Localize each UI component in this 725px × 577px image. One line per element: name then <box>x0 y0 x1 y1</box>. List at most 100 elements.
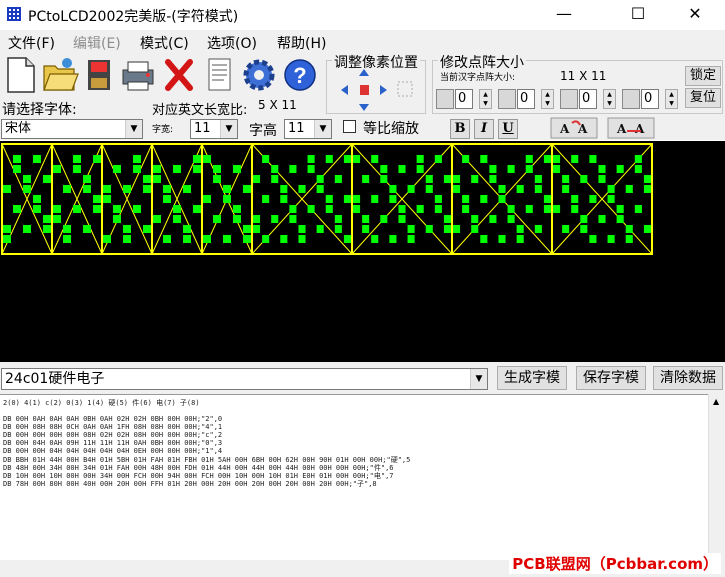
print-icon[interactable] <box>119 54 157 96</box>
clear-button[interactable]: 清除数据 <box>653 366 723 390</box>
lcd-pixel <box>371 155 379 163</box>
generate-button[interactable]: 生成字模 <box>497 366 567 390</box>
lcd-pixel <box>562 175 570 183</box>
open-folder-icon[interactable] <box>41 54 79 96</box>
lcd-pixel <box>23 185 31 193</box>
chevron-down-icon[interactable]: ▼ <box>220 120 237 138</box>
save-font-button[interactable]: 保存字模 <box>576 366 646 390</box>
chevron-down-icon[interactable]: ▼ <box>470 369 487 389</box>
lcd-pixel <box>507 165 515 173</box>
lcd-pixel <box>33 195 41 203</box>
menu-help[interactable]: 帮助(H) <box>277 33 326 53</box>
lcd-pixel <box>534 175 542 183</box>
height-select-value: 11 <box>288 121 305 136</box>
lcd-pixel <box>580 225 588 233</box>
lcd-pixel <box>589 195 597 203</box>
bold-button[interactable]: B <box>450 119 470 139</box>
spin-up-value[interactable]: 0 <box>517 89 535 109</box>
help-icon[interactable]: ? <box>281 54 319 96</box>
lcd-pixel <box>33 205 41 213</box>
lcd-pixel <box>434 205 442 213</box>
lcd-pixel <box>33 155 41 163</box>
width-select[interactable]: 11 ▼ <box>190 119 238 139</box>
lcd-pixel <box>289 215 297 223</box>
spin-right-value[interactable]: 0 <box>579 89 597 109</box>
lcd-pixel <box>434 195 442 203</box>
lcd-preview[interactable] <box>0 141 725 362</box>
lcd-pixel <box>471 215 479 223</box>
output-line: DB 00H 04H 0AH 09H 11H 11H 11H 0AH 0BH 0… <box>3 439 223 447</box>
lcd-pixel <box>93 195 101 203</box>
lcd-pixel <box>23 175 31 183</box>
font-select-value: 宋体 <box>5 121 32 136</box>
lcd-pixel <box>307 155 315 163</box>
lcd-pixel <box>389 195 397 203</box>
lcd-pixel <box>634 155 642 163</box>
menu-options[interactable]: 选项(O) <box>207 33 257 53</box>
shift-down-icon[interactable] <box>622 89 640 109</box>
lcd-pixel <box>389 235 397 243</box>
lock-button[interactable]: 锁定 <box>685 66 721 86</box>
lcd-pixel <box>607 195 615 203</box>
lcd-pixel <box>516 235 524 243</box>
menu-mode[interactable]: 模式(C) <box>140 33 189 53</box>
shift-up-icon[interactable] <box>498 89 516 109</box>
lcd-pixel <box>425 175 433 183</box>
lcd-pixel <box>462 195 470 203</box>
new-file-icon[interactable] <box>2 54 40 96</box>
lcd-pixel <box>525 165 533 173</box>
font-select[interactable]: 宋体 ▼ <box>1 119 143 139</box>
height-select[interactable]: 11 ▼ <box>284 119 332 139</box>
mirror-icon[interactable]: A A <box>607 117 655 139</box>
shift-left-icon[interactable] <box>436 89 454 109</box>
output-line: DB 00H 08H 08H 0CH 0AH 0AH 1FH 08H 08H 0… <box>3 423 223 431</box>
pixel-shift-arrows[interactable] <box>340 68 422 112</box>
lcd-pixel <box>325 155 333 163</box>
lcd-pixel <box>213 165 221 173</box>
width-select-value: 11 <box>194 121 211 136</box>
lcd-pixel <box>589 155 597 163</box>
italic-button[interactable]: I <box>474 119 494 139</box>
menu-edit[interactable]: 编辑(E) <box>73 33 121 53</box>
maximize-button[interactable]: ☐ <box>615 0 661 30</box>
lcd-pixel <box>3 225 11 233</box>
lcd-pixel <box>416 155 424 163</box>
choose-font-label: 请选择字体: <box>2 102 77 118</box>
scale-checkbox[interactable] <box>343 120 356 133</box>
minimize-button[interactable]: — <box>541 0 587 30</box>
matrix-size-title: 修改点阵大小 <box>438 52 526 72</box>
lcd-pixel <box>143 225 151 233</box>
delete-icon[interactable] <box>160 54 198 96</box>
lcd-pixel <box>223 195 231 203</box>
lcd-pixel <box>307 205 315 213</box>
text-input[interactable]: 24c01硬件电子 ▼ <box>1 368 488 390</box>
scroll-up-icon[interactable]: ▲ <box>713 397 719 406</box>
reset-button[interactable]: 复位 <box>685 88 721 108</box>
chevron-down-icon[interactable]: ▼ <box>314 120 331 138</box>
document-icon[interactable] <box>200 54 238 96</box>
spin-left-arrows[interactable]: ▲ ▼ <box>479 89 492 109</box>
lcd-pixel <box>43 215 51 223</box>
lcd-pixel <box>143 185 151 193</box>
spin-down-value[interactable]: 0 <box>641 89 659 109</box>
settings-gear-icon[interactable] <box>240 54 278 96</box>
output-textarea[interactable]: 2(0) 4(1) c(2) 0(3) 1(4) 硬(5) 件(6) 电(7) … <box>0 394 725 560</box>
lcd-pixel <box>598 175 606 183</box>
english-ratio-value: 5 X 11 <box>258 98 297 112</box>
spin-up-arrows[interactable]: ▲ ▼ <box>541 89 554 109</box>
spin-left-value[interactable]: 0 <box>455 89 473 109</box>
rotate-icon[interactable]: A A <box>550 117 598 139</box>
shift-right-icon[interactable] <box>560 89 578 109</box>
lcd-pixel <box>280 235 288 243</box>
save-icon[interactable] <box>80 54 118 96</box>
underline-button[interactable]: U <box>498 119 518 139</box>
lcd-pixel <box>625 225 633 233</box>
vertical-scrollbar[interactable]: ▲ <box>708 394 725 560</box>
close-button[interactable]: ✕ <box>672 0 718 30</box>
lcd-pixel <box>173 205 181 213</box>
chevron-down-icon[interactable]: ▼ <box>125 120 142 138</box>
spin-right-arrows[interactable]: ▲ ▼ <box>603 89 616 109</box>
spin-down-arrows[interactable]: ▲ ▼ <box>665 89 678 109</box>
lcd-pixel <box>353 155 361 163</box>
menu-file[interactable]: 文件(F) <box>8 33 55 53</box>
